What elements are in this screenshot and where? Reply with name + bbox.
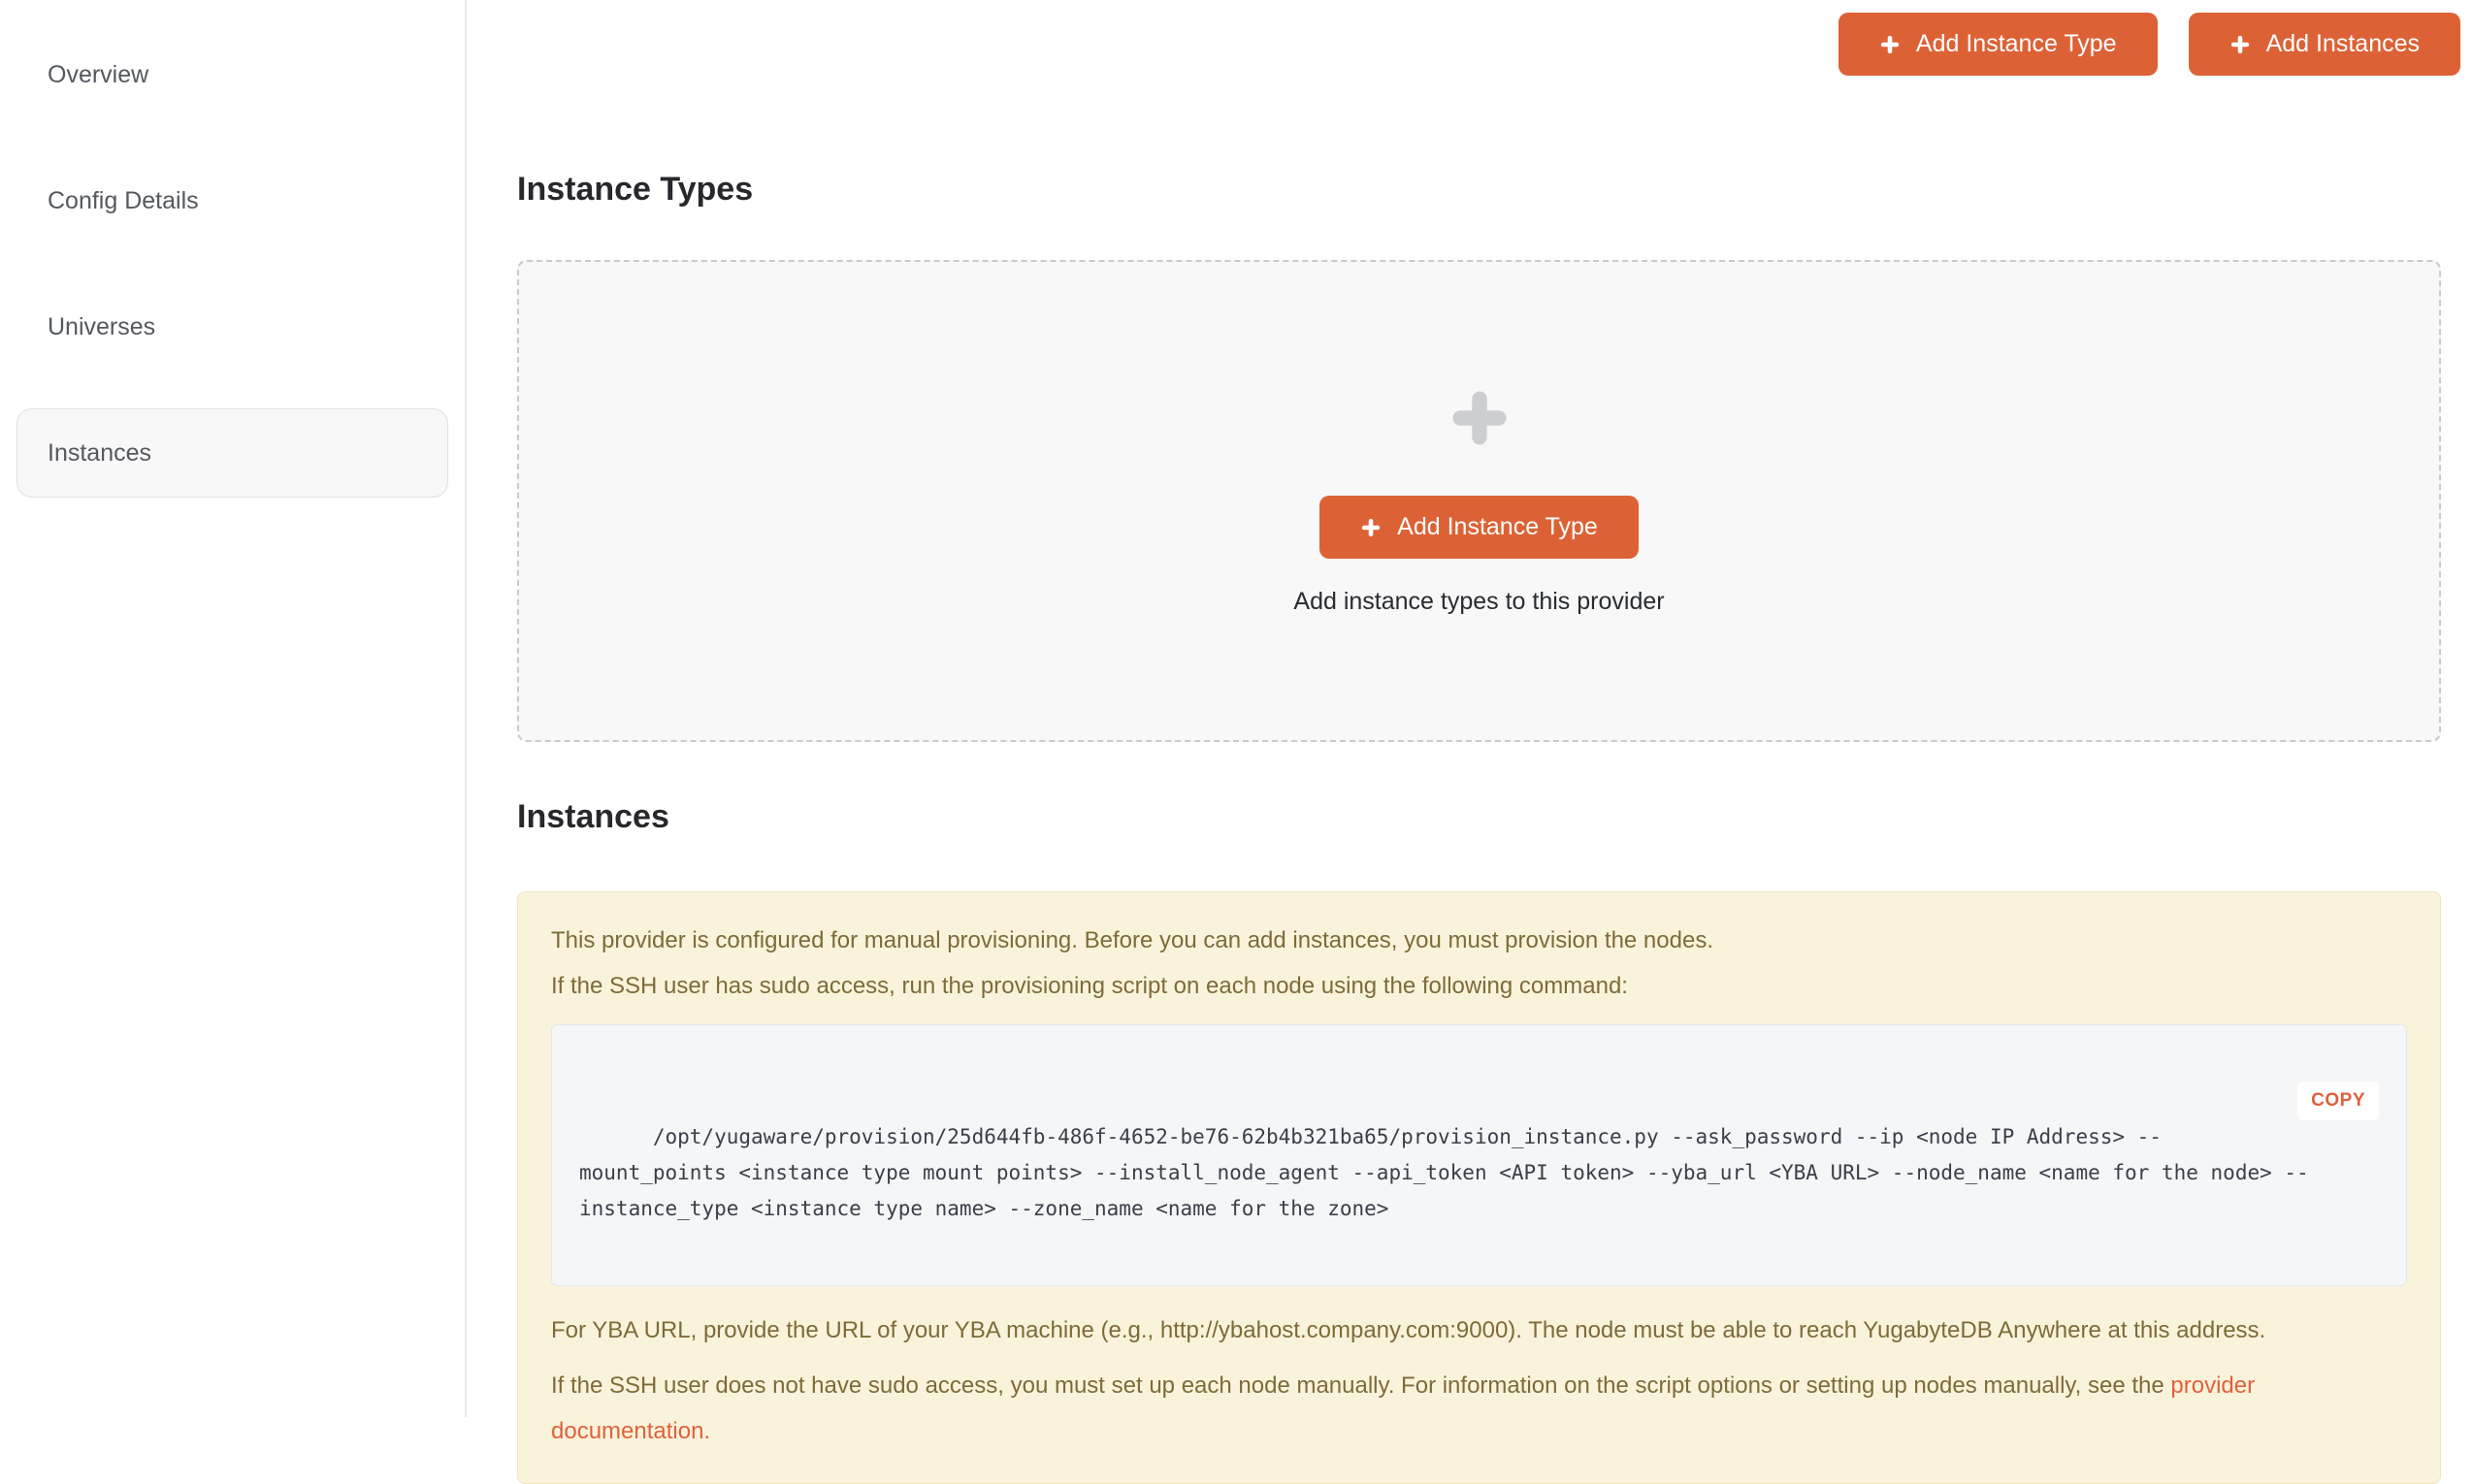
sidebar-item-overview[interactable]: Overview xyxy=(16,30,448,119)
banner-line-sudo-access: If the SSH user has sudo access, run the… xyxy=(551,963,2407,1009)
instance-types-empty-state: Add Instance Type Add instance types to … xyxy=(517,260,2441,742)
plus-icon xyxy=(1879,34,1901,55)
sidebar-item-label: Instances xyxy=(48,439,151,468)
plus-icon xyxy=(1360,517,1382,538)
sidebar-item-universes[interactable]: Universes xyxy=(16,282,448,371)
empty-state-description: Add instance types to this provider xyxy=(1293,588,1664,616)
banner-line-provisioning: This provider is configured for manual p… xyxy=(551,918,2407,963)
sidebar-item-label: Overview xyxy=(48,61,148,89)
plus-icon xyxy=(2229,34,2251,55)
sidebar-item-instances[interactable]: Instances xyxy=(16,408,448,498)
empty-state-add-instance-type-button[interactable]: Add Instance Type xyxy=(1319,496,1639,559)
sidebar-item-config-details[interactable]: Config Details xyxy=(16,156,448,245)
instances-page: Add Instance Type Add Instances Instance… xyxy=(467,0,2473,1417)
page-actions: Add Instance Type Add Instances xyxy=(1838,13,2460,76)
manual-provisioning-banner: This provider is configured for manual p… xyxy=(517,891,2441,1484)
banner-no-sudo-note: If the SSH user does not have sudo acces… xyxy=(551,1363,2407,1454)
add-instance-type-button[interactable]: Add Instance Type xyxy=(1838,13,2158,76)
empty-state-add-instance-type-label: Add Instance Type xyxy=(1397,513,1598,541)
provision-command: /opt/yugaware/provision/25d644fb-486f-46… xyxy=(579,1125,2309,1220)
no-sudo-note-text: If the SSH user does not have sudo acces… xyxy=(551,1372,2170,1399)
plus-icon xyxy=(1448,386,1512,450)
banner-yba-url-note: For YBA URL, provide the URL of your YBA… xyxy=(551,1307,2407,1353)
copy-button[interactable]: COPY xyxy=(2297,1081,2379,1120)
provider-sidebar: Overview Config Details Universes Instan… xyxy=(0,0,467,1417)
sidebar-item-label: Config Details xyxy=(48,187,199,215)
add-instances-label: Add Instances xyxy=(2266,30,2420,58)
provision-command-block: COPY /opt/yugaware/provision/25d644fb-48… xyxy=(551,1024,2407,1286)
sidebar-item-label: Universes xyxy=(48,313,155,341)
add-instances-button[interactable]: Add Instances xyxy=(2189,13,2460,76)
add-instance-type-label: Add Instance Type xyxy=(1916,30,2117,58)
instances-title: Instances xyxy=(517,798,2441,836)
